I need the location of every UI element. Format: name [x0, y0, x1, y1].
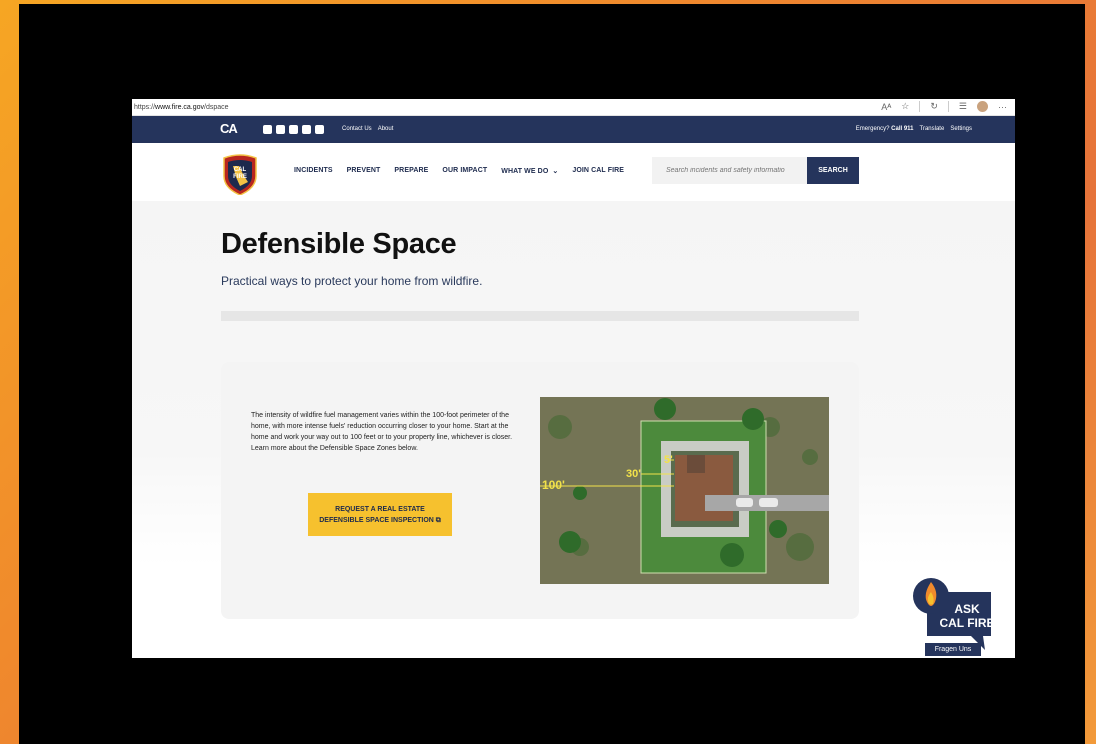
info-card: The intensity of wildfire fuel managemen…: [221, 362, 859, 619]
monitor-frame: https://www.fire.ca.gov/dspace Aᴬ ☆ ↻ ☰ …: [19, 4, 1085, 744]
youtube-icon[interactable]: [289, 125, 298, 134]
search-button[interactable]: SEARCH: [807, 157, 859, 184]
nav-prepare[interactable]: PREPARE: [394, 167, 428, 175]
facebook-icon[interactable]: [276, 125, 285, 134]
nav-join-cal-fire[interactable]: JOIN CAL FIRE: [572, 167, 624, 175]
emergency-text[interactable]: Emergency? Call 911: [856, 126, 914, 132]
page-title: Defensible Space: [221, 228, 457, 260]
profile-avatar-icon[interactable]: [977, 101, 988, 112]
chevron-down-icon: ⌄: [552, 168, 559, 175]
defensible-space-diagram: 100' 30' 5': [540, 397, 829, 584]
cta-line-2: DEFENSIBLE SPACE INSPECTION ⧉: [319, 516, 441, 524]
main-nav: INCIDENTS PREVENT PREPARE OUR IMPACT WHA…: [294, 167, 624, 175]
browser-toolbar: Aᴬ ☆ ↻ ☰ ···: [881, 101, 1007, 112]
toolbar-divider: [919, 101, 921, 112]
site-header: CAL FIRE INCIDENTS PREVENT PREPARE OUR I…: [132, 143, 1015, 201]
hero-section: Defensible Space Practical ways to prote…: [132, 201, 1015, 658]
flickr-icon[interactable]: [302, 125, 311, 134]
cta-line-1: REQUEST A REAL ESTATE: [335, 505, 425, 513]
inspection-request-button[interactable]: REQUEST A REAL ESTATE DEFENSIBLE SPACE I…: [308, 493, 452, 536]
label-100-ft: 100': [542, 478, 565, 492]
nav-our-impact[interactable]: OUR IMPACT: [442, 167, 487, 175]
divider-band: [221, 311, 859, 321]
more-icon[interactable]: ···: [998, 102, 1007, 112]
card-paragraph: The intensity of wildfire fuel managemen…: [251, 412, 513, 452]
settings-link[interactable]: Settings: [950, 126, 972, 132]
read-aloud-icon[interactable]: Aᴬ: [881, 102, 891, 112]
fragen-uns-button[interactable]: Fragen Uns: [925, 643, 981, 656]
address-bar[interactable]: https://www.fire.ca.gov/dspace Aᴬ ☆ ↻ ☰ …: [132, 99, 1015, 116]
nav-prevent[interactable]: PREVENT: [347, 167, 381, 175]
about-link[interactable]: About: [378, 126, 394, 132]
url-text[interactable]: https://www.fire.ca.gov/dspace: [134, 104, 229, 111]
search-input[interactable]: [652, 157, 807, 184]
contact-us-link[interactable]: Contact Us: [342, 126, 372, 132]
logo-text-cal: CAL: [234, 167, 247, 173]
social-links: [263, 125, 324, 134]
translate-link[interactable]: Translate: [920, 126, 945, 132]
utility-right: Emergency? Call 911 Translate Settings: [856, 126, 972, 132]
browser-window: https://www.fire.ca.gov/dspace Aᴬ ☆ ↻ ☰ …: [132, 99, 1015, 658]
refresh-icon[interactable]: ↻: [930, 101, 938, 112]
utility-links: Contact Us About: [342, 126, 393, 132]
label-30-ft: 30': [626, 468, 641, 480]
cal-fire-label: CAL FIRE: [939, 616, 993, 630]
instagram-icon[interactable]: [263, 125, 272, 134]
favorite-star-icon[interactable]: ☆: [901, 101, 909, 112]
toolbar-divider: [947, 101, 949, 112]
utility-bar: CA Contact Us About Emergency? Call 911 …: [132, 116, 1015, 143]
external-link-icon: ⧉: [435, 516, 441, 524]
cal-fire-logo[interactable]: CAL FIRE: [222, 152, 258, 195]
ask-label: ASK: [954, 602, 980, 616]
logo-text-fire: FIRE: [233, 174, 247, 180]
x-icon[interactable]: [315, 125, 324, 134]
nav-incidents[interactable]: INCIDENTS: [294, 167, 333, 175]
nav-what-we-do[interactable]: WHAT WE DO ⌄: [501, 167, 558, 175]
page-subtitle: Practical ways to protect your home from…: [221, 274, 483, 288]
ca-gov-logo[interactable]: CA: [220, 121, 238, 136]
favorites-list-icon[interactable]: ☰: [959, 101, 967, 112]
label-5-ft: 5': [664, 454, 673, 466]
